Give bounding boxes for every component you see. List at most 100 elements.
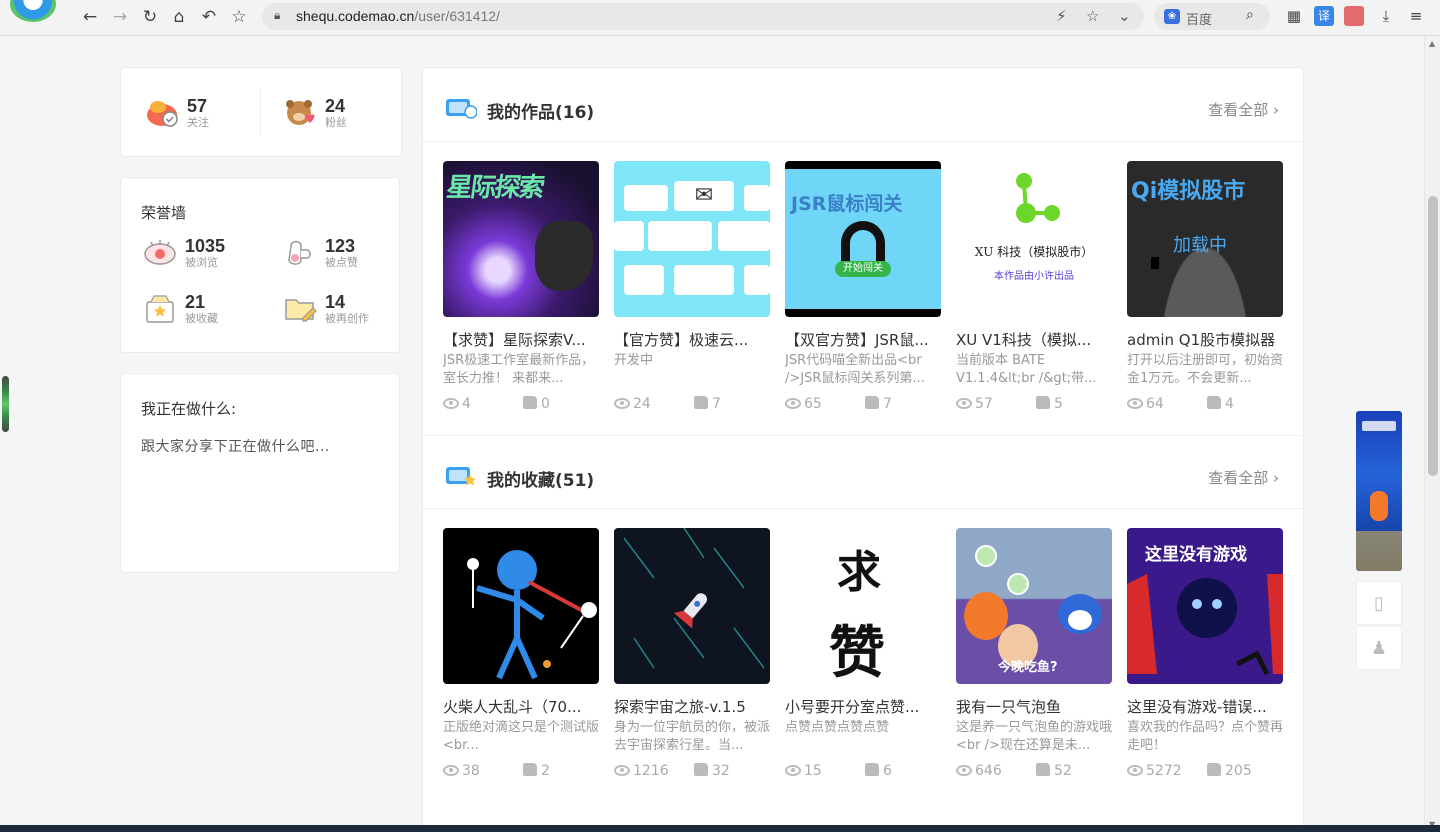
menu-icon[interactable]: ≡	[1406, 6, 1426, 26]
work-card[interactable]: 星际探索 【求赞】星际探索V... JSR极速工作室最新作品，室长力推！ 来都来…	[443, 161, 599, 414]
eye-icon	[956, 765, 972, 776]
eye-icon	[614, 765, 630, 776]
favorite-card[interactable]: 求 赞 小号要开分室点赞... 点赞点赞点赞点赞 15 6	[785, 528, 941, 781]
scroll-up-icon[interactable]: ▲	[1429, 39, 1435, 48]
bookmark-star-icon[interactable]: ☆	[227, 6, 251, 28]
scrollbar-thumb[interactable]	[1428, 196, 1438, 476]
lightning-icon[interactable]: ⚡︎	[1056, 7, 1067, 25]
work-card[interactable]: XU 科技（模拟股市） 本作品由小许出品 XU V1科技（模拟... 当前版本 …	[956, 161, 1112, 414]
favorite-card[interactable]: 探索宇宙之旅-v.1.5 身为一位宇航员的你，被派去宇宙探索行星。当... 12…	[614, 528, 770, 781]
following-label: 关注	[187, 116, 209, 129]
work-card[interactable]: JSR鼠标闯关 开始闯关 【双官方赞】JSR鼠... JSR代码喵全新出品<br…	[785, 161, 941, 414]
forward-icon[interactable]: →	[108, 6, 132, 28]
fans-stat[interactable]: 24 粉丝	[283, 96, 347, 130]
favorite-star-icon[interactable]: ☆	[1086, 7, 1099, 25]
os-taskbar	[0, 825, 1440, 832]
translate-icon[interactable]: 译	[1314, 6, 1334, 26]
paw-like-icon	[283, 236, 321, 270]
eye-icon	[1127, 765, 1143, 776]
doing-card: 我正在做什么: 跟大家分享下正在做什么吧...	[120, 373, 400, 573]
likes-label: 被点赞	[325, 256, 358, 269]
works-header: 我的作品(16) 查看全部 ›	[423, 68, 1303, 142]
reload-icon[interactable]: ↻	[138, 6, 162, 28]
work-thumbnail[interactable]: Qi模拟股市 加载中	[1127, 161, 1283, 317]
work-desc: JSR极速工作室最新作品，室长力推！ 来都来...	[443, 353, 595, 386]
view-count: 64	[1127, 396, 1164, 412]
thumb-up-icon	[1036, 396, 1050, 409]
search-icon[interactable]: ⌕	[1246, 7, 1254, 23]
follow-stats-card: 57 关注 24 粉丝	[120, 67, 402, 157]
eye-icon	[443, 765, 459, 776]
work-title: 小号要开分室点赞...	[785, 698, 920, 716]
work-thumbnail[interactable]: JSR鼠标闯关 开始闯关	[785, 161, 941, 317]
honor-wall-card: 荣誉墙 1035 被浏览 123 被点赞 21 被收藏 14 被再创作	[120, 177, 400, 353]
favorite-card[interactable]: 今晚吃鱼? 我有一只气泡鱼 这是养一只气泡鱼的游戏哦<br />现在还算是未..…	[956, 528, 1112, 781]
works-view-all-link[interactable]: 查看全部 ›	[1208, 99, 1279, 120]
browser-logo-icon[interactable]	[10, 0, 56, 22]
qr-grid-icon[interactable]: ▦	[1284, 6, 1304, 26]
dropdown-chevron-icon[interactable]: ⌄	[1118, 7, 1131, 25]
views-stat: 1035 被浏览	[143, 236, 225, 270]
works-icon	[446, 99, 477, 119]
extension-avatar-icon[interactable]	[1344, 6, 1364, 26]
work-title: 【求赞】星际探索V...	[443, 331, 586, 349]
like-count: 0	[523, 396, 550, 412]
address-bar[interactable]: 🔒︎ shequ.codemao.cn/user/631412/ ⚡︎ ☆ ⌄	[262, 3, 1144, 30]
work-thumbnail[interactable]: 这里没有游戏	[1127, 528, 1283, 684]
honor-wall-title: 荣誉墙	[141, 204, 187, 222]
thumb-up-icon	[865, 396, 879, 409]
work-thumbnail[interactable]	[614, 528, 770, 684]
chevron-right-icon: ›	[1273, 101, 1279, 119]
lock-icon: 🔒︎	[274, 8, 281, 22]
favorites-view-all-link[interactable]: 查看全部 ›	[1208, 467, 1279, 488]
work-thumbnail[interactable]: ✉	[614, 161, 770, 317]
favorite-card[interactable]: 火柴人大乱斗（70... 正版绝对滴这只是个测试版<br... 38 2	[443, 528, 599, 781]
like-count: 2	[523, 763, 550, 779]
back-icon[interactable]: ←	[78, 6, 102, 28]
url-text[interactable]: shequ.codemao.cn/user/631412/	[296, 8, 500, 24]
fans-icon	[283, 96, 321, 130]
home-icon[interactable]: ⌂	[167, 6, 191, 28]
eye-icon	[956, 398, 972, 409]
side-promo-banner[interactable]	[1356, 411, 1402, 571]
likes-stat: 123 被点赞	[283, 236, 358, 270]
work-thumbnail[interactable]: 求 赞	[785, 528, 941, 684]
thumb-up-icon	[865, 763, 879, 776]
favorite-card[interactable]: 这里没有游戏 这里没有游戏-错误... 喜欢我的作品吗？点个赞再走吧！ 5272…	[1127, 528, 1283, 781]
remix-stat: 14 被再创作	[283, 292, 369, 326]
work-desc: JSR代码喵全新出品<br />JSR鼠标闯关系列第...	[785, 353, 925, 386]
views-label: 被浏览	[185, 256, 218, 269]
side-drawer-handle[interactable]	[2, 376, 9, 432]
search-engine-label: 百度	[1186, 13, 1213, 28]
work-thumbnail[interactable]: 星际探索	[443, 161, 599, 317]
favorites-icon	[446, 467, 476, 486]
work-desc: 身为一位宇航员的你，被派去宇宙探索行星。当...	[614, 720, 770, 753]
like-count: 205	[1207, 763, 1252, 779]
work-title: XU V1科技（模拟...	[956, 331, 1092, 349]
work-thumbnail[interactable]	[443, 528, 599, 684]
undo-icon[interactable]: ↶	[197, 6, 221, 28]
work-desc: 点赞点赞点赞点赞	[785, 720, 890, 735]
work-thumbnail[interactable]: 今晚吃鱼?	[956, 528, 1112, 684]
page-content: 57 关注 24 粉丝 荣誉墙 1035 被浏览 123 被点赞 21 被收藏 …	[0, 36, 1424, 832]
mobile-qr-button[interactable]: ▯	[1356, 581, 1402, 625]
doing-placeholder[interactable]: 跟大家分享下正在做什么吧...	[141, 436, 330, 456]
collections-count: 21	[185, 292, 206, 312]
phone-icon: ▯	[1374, 593, 1384, 614]
work-thumbnail[interactable]: XU 科技（模拟股市） 本作品由小许出品	[956, 161, 1112, 317]
remix-label: 被再创作	[325, 312, 369, 325]
following-stat[interactable]: 57 关注	[145, 96, 209, 130]
eye-icon	[785, 765, 801, 776]
work-desc: 这是养一只气泡鱼的游戏哦<br />现在还算是未...	[956, 720, 1112, 753]
view-count: 4	[443, 396, 471, 412]
work-card[interactable]: Qi模拟股市 加载中 admin Q1股市模拟器 打开以后注册即可，初始资金1万…	[1127, 161, 1283, 414]
work-card[interactable]: ✉ 【官方赞】极速云... 开发中 24 7	[614, 161, 770, 414]
download-icon[interactable]: ⤓	[1376, 6, 1396, 26]
search-box[interactable]: ❀ 百度 ⌕	[1154, 3, 1270, 30]
view-count: 646	[956, 763, 1002, 779]
page-scrollbar[interactable]: ▲ ▼	[1424, 36, 1440, 832]
work-desc: 打开以后注册即可，初始资金1万元。不会更新...	[1127, 353, 1283, 386]
thumb-up-icon	[523, 396, 537, 409]
qq-button[interactable]: ♟	[1356, 626, 1402, 670]
view-count: 5272	[1127, 763, 1182, 779]
